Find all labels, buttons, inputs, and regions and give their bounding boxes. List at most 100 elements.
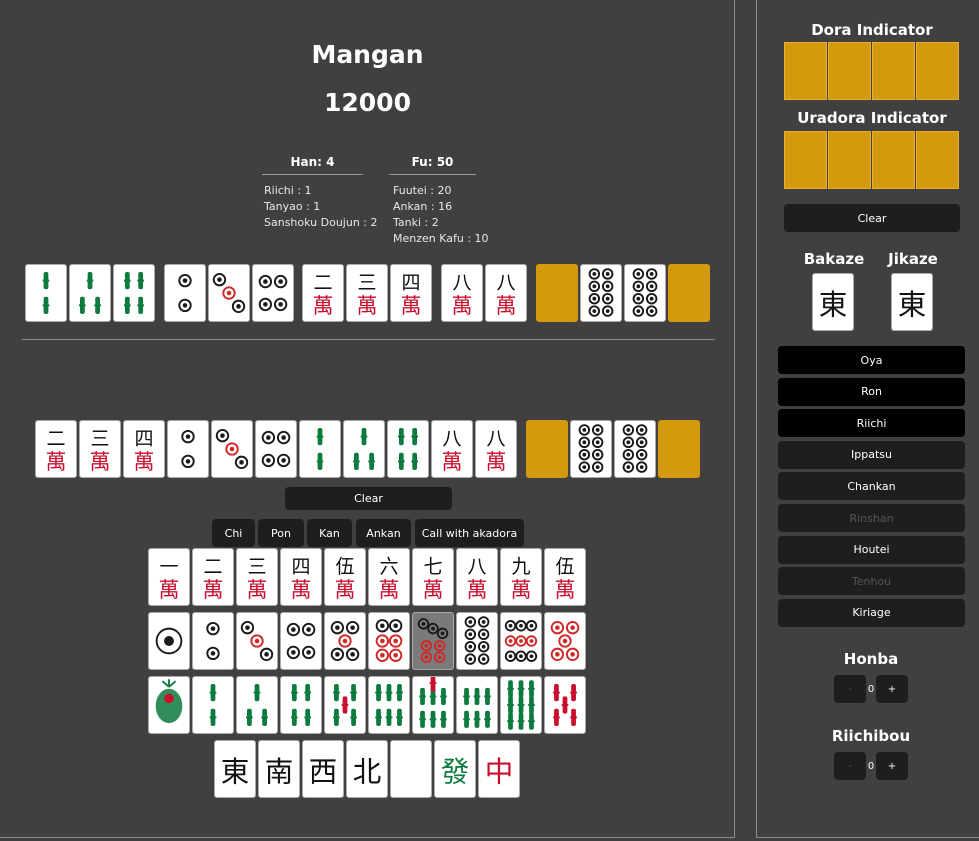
palette-tile-Wh[interactable]	[390, 740, 432, 798]
hand-clear-button[interactable]: Clear	[285, 487, 452, 510]
hand-tile[interactable]	[343, 420, 385, 478]
hand-tile[interactable]	[167, 420, 209, 478]
palette-tile-3m[interactable]: 三萬	[236, 548, 278, 606]
hand-tile[interactable]	[658, 420, 700, 478]
dora-slot[interactable]	[872, 42, 915, 100]
uradora-slot[interactable]	[872, 131, 915, 189]
han-header: Han: 4	[262, 155, 363, 175]
svg-text:七: 七	[423, 556, 442, 578]
hand-tile[interactable]	[387, 420, 429, 478]
svg-text:四: 四	[134, 428, 153, 450]
chankan-toggle[interactable]: Chankan	[778, 472, 965, 501]
uradora-slot[interactable]	[784, 131, 827, 189]
palette-tile-8p[interactable]	[456, 612, 498, 670]
ankan-button[interactable]: Ankan	[356, 519, 411, 547]
riichi-toggle[interactable]: Riichi	[778, 409, 965, 438]
svg-text:東: 東	[221, 754, 250, 788]
indicator-clear-button[interactable]: Clear	[784, 204, 960, 232]
palette-tile-2s[interactable]	[192, 676, 234, 734]
palette-tile-9s[interactable]	[500, 676, 542, 734]
palette-tile-7m[interactable]: 七萬	[412, 548, 454, 606]
palette-tile-8m[interactable]: 八萬	[456, 548, 498, 606]
uradora-slot[interactable]	[828, 131, 871, 189]
result-tile: 四萬	[390, 264, 432, 322]
palette-tile-G[interactable]: 發	[434, 740, 476, 798]
kan-button[interactable]: Kan	[307, 519, 352, 547]
hand-tile[interactable]: 二萬	[35, 420, 77, 478]
palette-tile-N[interactable]: 北	[346, 740, 388, 798]
palette-tile-5s[interactable]	[324, 676, 366, 734]
palette-tile-3p[interactable]	[236, 612, 278, 670]
ippatsu-toggle[interactable]: Ippatsu	[778, 440, 965, 469]
svg-text:東: 東	[898, 287, 927, 321]
palette-tile-4s[interactable]	[280, 676, 322, 734]
palette-tile-5pr[interactable]	[544, 612, 586, 670]
palette-tile-9m[interactable]: 九萬	[500, 548, 542, 606]
palette-tile-5sr[interactable]	[544, 676, 586, 734]
palette-tile-E[interactable]: 東	[214, 740, 256, 798]
dora-slot[interactable]	[784, 42, 827, 100]
palette-tile-S[interactable]: 南	[258, 740, 300, 798]
ron-toggle[interactable]: Ron	[778, 377, 965, 406]
call-with-akadora-button[interactable]: Call with akadora	[415, 519, 524, 547]
dora-slot[interactable]	[916, 42, 959, 100]
palette-tile-1s[interactable]	[148, 676, 190, 734]
svg-text:萬: 萬	[203, 578, 224, 602]
svg-text:發: 發	[441, 754, 470, 788]
palette-tile-9p[interactable]	[500, 612, 542, 670]
houtei-toggle[interactable]: Houtei	[778, 535, 965, 564]
hand-tile[interactable]	[570, 420, 612, 478]
svg-text:萬: 萬	[486, 450, 507, 474]
hand-tile[interactable]	[255, 420, 297, 478]
palette-tile-2m[interactable]: 二萬	[192, 548, 234, 606]
rinshan-toggle: Rinshan	[778, 504, 965, 532]
hand-tile[interactable]	[526, 420, 568, 478]
uradora-indicator-label: Uradora Indicator	[797, 109, 947, 127]
palette-tile-8s[interactable]	[456, 676, 498, 734]
svg-text:萬: 萬	[313, 294, 334, 318]
palette-tile-1p[interactable]	[148, 612, 190, 670]
palette-tile-3s[interactable]	[236, 676, 278, 734]
palette-tile-6p[interactable]	[368, 612, 410, 670]
palette-tile-6m[interactable]: 六萬	[368, 548, 410, 606]
palette-tile-2p[interactable]	[192, 612, 234, 670]
palette-tile-1m[interactable]: 一萬	[148, 548, 190, 606]
palette-tile-R[interactable]: 中	[478, 740, 520, 798]
result-tile: 三萬	[346, 264, 388, 322]
bakaze-tile[interactable]: 東	[812, 273, 854, 331]
chi-button[interactable]: Chi	[212, 519, 255, 547]
palette-tile-4p[interactable]	[280, 612, 322, 670]
hand-tile[interactable]: 八萬	[431, 420, 473, 478]
svg-text:八: 八	[496, 272, 515, 294]
palette-tile-5mr[interactable]: 伍萬	[544, 548, 586, 606]
riichibou-decrement-button[interactable]: -	[834, 752, 866, 780]
svg-text:三: 三	[90, 428, 109, 450]
hand-tile[interactable]	[299, 420, 341, 478]
palette-tile-7p[interactable]	[412, 612, 454, 670]
fu-list: Fuutei : 20 Ankan : 16 Tanki : 2 Menzen …	[393, 183, 489, 247]
svg-text:二: 二	[46, 428, 65, 450]
honba-increment-button[interactable]: +	[876, 675, 908, 703]
riichibou-increment-button[interactable]: +	[876, 752, 908, 780]
palette-tile-W[interactable]: 西	[302, 740, 344, 798]
palette-tile-4m[interactable]: 四萬	[280, 548, 322, 606]
palette-tile-7s[interactable]	[412, 676, 454, 734]
palette-tile-5p[interactable]	[324, 612, 366, 670]
dora-slot[interactable]	[828, 42, 871, 100]
hand-tile[interactable]: 三萬	[79, 420, 121, 478]
oya-toggle[interactable]: Oya	[778, 346, 965, 374]
palette-tile-6s[interactable]	[368, 676, 410, 734]
uradora-slot[interactable]	[916, 131, 959, 189]
kiriage-toggle[interactable]: Kiriage	[778, 598, 965, 627]
palette-tile-5m[interactable]: 伍萬	[324, 548, 366, 606]
svg-text:萬: 萬	[401, 294, 422, 318]
jikaze-tile[interactable]: 東	[891, 273, 933, 331]
pon-button[interactable]: Pon	[258, 519, 304, 547]
hand-tile[interactable]	[614, 420, 656, 478]
svg-text:萬: 萬	[452, 294, 473, 318]
hand-tile[interactable]: 四萬	[123, 420, 165, 478]
honba-decrement-button[interactable]: -	[834, 675, 866, 703]
result-tile	[25, 264, 67, 322]
hand-tile[interactable]: 八萬	[475, 420, 517, 478]
hand-tile[interactable]	[211, 420, 253, 478]
